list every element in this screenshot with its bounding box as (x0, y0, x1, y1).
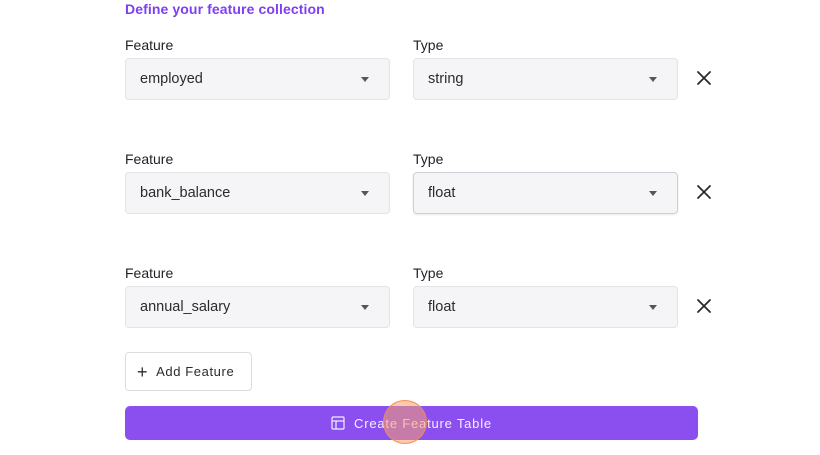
feature-type-select[interactable]: float (413, 286, 678, 328)
feature-name-value: annual_salary (140, 299, 231, 315)
feature-label: Feature (125, 151, 174, 167)
feature-type-value: string (428, 71, 464, 87)
feature-name-value: employed (140, 71, 203, 87)
feature-type-select[interactable]: string (413, 58, 678, 100)
feature-row: Feature Type annual_salary float (0, 265, 820, 345)
feature-name-select[interactable]: annual_salary (125, 286, 390, 328)
feature-name-select[interactable]: employed (125, 58, 390, 100)
feature-type-value: float (428, 185, 456, 201)
type-label: Type (413, 37, 444, 53)
feature-label: Feature (125, 37, 174, 53)
chevron-down-icon (361, 304, 369, 310)
feature-name-value: bank_balance (140, 185, 231, 201)
add-feature-label: Add Feature (156, 364, 235, 379)
chevron-down-icon (649, 190, 657, 196)
create-feature-table-label: Create Feature Table (354, 415, 492, 431)
plus-icon: + (137, 361, 149, 382)
chevron-down-icon (361, 76, 369, 82)
section-title: Define your feature collection (125, 1, 325, 17)
feature-row: Feature Type bank_balance float (0, 151, 820, 231)
feature-name-select[interactable]: bank_balance (125, 172, 390, 214)
chevron-down-icon (361, 190, 369, 196)
feature-type-value: float (428, 299, 456, 315)
feature-label: Feature (125, 265, 174, 281)
chevron-down-icon (649, 304, 657, 310)
feature-type-select[interactable]: float (413, 172, 678, 214)
type-label: Type (413, 265, 444, 281)
close-icon[interactable] (696, 70, 712, 86)
close-icon[interactable] (696, 184, 712, 200)
type-label: Type (413, 151, 444, 167)
feature-collection-form: Define your feature collection Feature T… (0, 0, 820, 455)
feature-row: Feature Type employed string (0, 37, 820, 117)
close-icon[interactable] (696, 298, 712, 314)
create-feature-table-button[interactable]: Create Feature Table (125, 406, 698, 440)
chevron-down-icon (649, 76, 657, 82)
table-icon (331, 416, 345, 430)
add-feature-button[interactable]: + Add Feature (125, 352, 252, 391)
